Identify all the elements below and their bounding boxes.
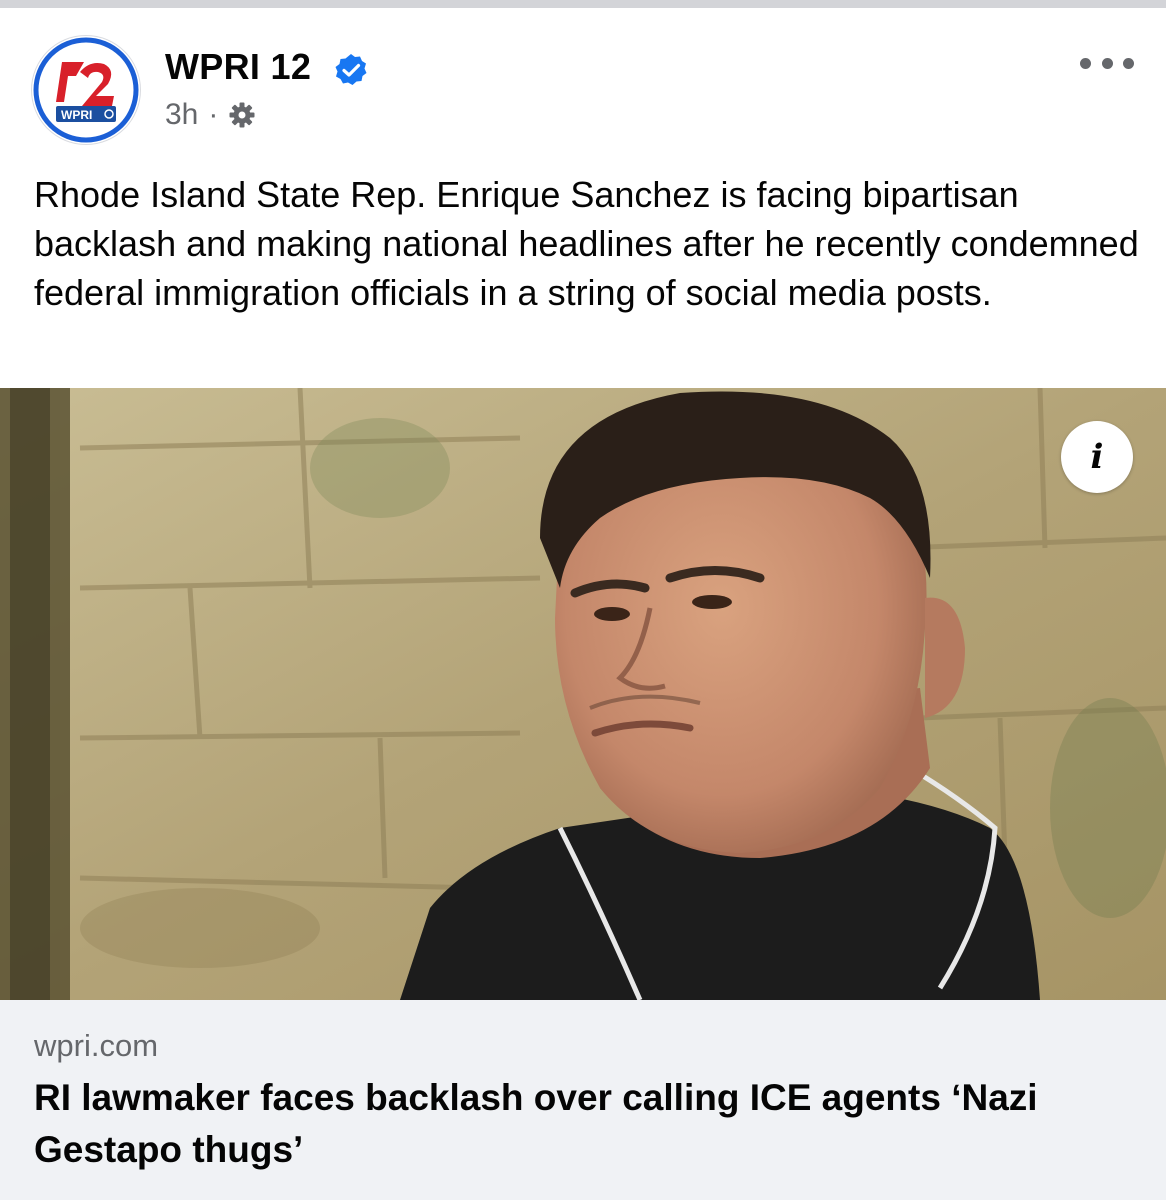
news-photo <box>0 388 1166 1000</box>
page-avatar[interactable]: WPRI <box>32 36 140 144</box>
page-name[interactable]: WPRI 12 <box>165 46 311 88</box>
link-title[interactable]: RI lawmaker faces backlash over calling … <box>34 1072 1144 1176</box>
link-preview-image[interactable] <box>0 388 1166 1000</box>
info-icon: i <box>1090 437 1104 477</box>
post-meta: 3h · <box>165 98 256 132</box>
info-button[interactable]: i <box>1061 421 1133 493</box>
more-dot <box>1080 57 1091 69</box>
more-options-icon[interactable] <box>1080 48 1134 78</box>
gear-icon[interactable] <box>228 101 256 129</box>
post-body-text: Rhode Island State Rep. Enrique Sanchez … <box>34 174 1139 313</box>
top-divider <box>0 0 1166 8</box>
more-dot <box>1123 57 1134 69</box>
wpri-logo: WPRI <box>33 37 139 143</box>
meta-separator: · <box>208 98 219 131</box>
logo-text: WPRI <box>61 108 92 122</box>
post-timestamp[interactable]: 3h <box>165 98 198 132</box>
more-dot <box>1101 57 1113 69</box>
verified-badge-icon <box>335 54 367 85</box>
link-domain: wpri.com <box>34 1028 159 1063</box>
